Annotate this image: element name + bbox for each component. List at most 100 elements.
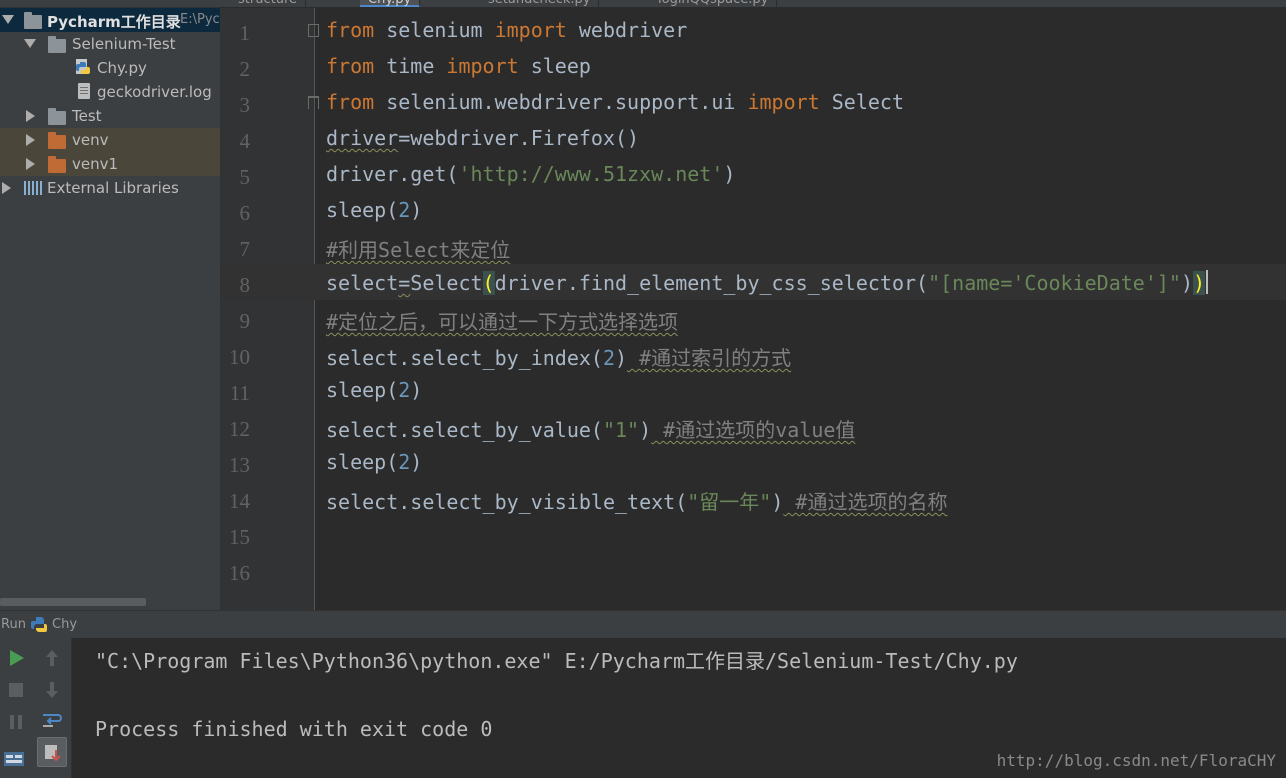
folder-icon xyxy=(48,36,66,53)
code-line[interactable]: 13 sleep(2) xyxy=(220,444,1286,480)
tree-item-external-libraries[interactable]: External Libraries xyxy=(0,176,220,200)
tree-item-test[interactable]: Test xyxy=(0,104,220,128)
chevron-right-icon[interactable] xyxy=(26,134,35,146)
code-line[interactable]: 14 select.select_by_visible_text("留一年") … xyxy=(220,480,1286,516)
code-text: from selenium import webdriver xyxy=(326,18,687,42)
code-token: driver.get( xyxy=(326,162,459,186)
console-line-exit: Process finished with exit code 0 xyxy=(95,717,493,741)
code-token: sleep( xyxy=(326,378,399,402)
line-number: 6 xyxy=(239,201,251,225)
code-line[interactable]: 3 from selenium.webdriver.support.ui imp… xyxy=(220,84,1286,120)
fold-marker-icon[interactable] xyxy=(308,24,319,37)
code-line[interactable]: 7 #利用Select来定位 xyxy=(220,228,1286,264)
number-token: 2 xyxy=(602,346,615,370)
run-toolbar-primary xyxy=(0,638,32,778)
chevron-down-icon[interactable] xyxy=(2,15,14,24)
code-token: ) xyxy=(410,198,423,222)
tree-item-selenium-test[interactable]: Selenium-Test xyxy=(0,32,220,56)
code-token: driver.find_element_by_css_selector( xyxy=(494,271,929,295)
code-text: #定位之后，可以通过一下方式选择选项 xyxy=(326,306,678,335)
tab-setandcheck[interactable]: setandcheck.py xyxy=(480,0,600,7)
comment-token: #通过选项的value值 xyxy=(651,418,856,442)
code-token: = xyxy=(398,271,411,295)
code-text: #利用Select来定位 xyxy=(326,234,510,263)
code-text: from selenium.webdriver.support.ui impor… xyxy=(326,90,904,114)
line-number: 9 xyxy=(239,309,251,333)
comment-token: #定位之后，可以通过一下方式选择选项 xyxy=(326,310,679,334)
tab-chy-py[interactable]: Chy.py xyxy=(360,0,421,7)
code-token: sleep xyxy=(518,54,591,78)
line-number: 16 xyxy=(229,561,250,585)
tab-loginqqspace[interactable]: loginQQspace.py xyxy=(650,0,778,7)
keyword-token: import xyxy=(747,90,820,114)
tree-item-venv1[interactable]: venv1 xyxy=(0,152,220,176)
tree-item-label: Chy.py xyxy=(97,59,147,77)
code-token: selenium xyxy=(374,18,495,42)
line-number: 10 xyxy=(229,345,250,369)
run-tab-label[interactable]: Run xyxy=(1,617,26,632)
run-config-name[interactable]: Chy xyxy=(52,617,77,632)
line-number: 2 xyxy=(239,57,251,81)
tree-item-geckodriver-log[interactable]: geckodriver.log xyxy=(0,80,220,104)
code-editor[interactable]: 1 from selenium import webdriver 2 from … xyxy=(220,8,1286,610)
code-line[interactable]: 10 select.select_by_index(2) #通过索引的方式 xyxy=(220,336,1286,372)
code-token: driver xyxy=(326,126,399,150)
line-number: 11 xyxy=(229,381,250,405)
comment-token: #通过选项的名称 xyxy=(783,490,948,514)
up-arrow-icon[interactable] xyxy=(40,646,64,670)
code-text: driver.get('http://www.51zxw.net') xyxy=(326,162,735,186)
code-token: =webdriver.Firefox() xyxy=(398,126,640,150)
stop-icon[interactable] xyxy=(4,678,28,702)
code-text: select.select_by_index(2) #通过索引的方式 xyxy=(326,342,791,371)
comment-token: #通过索引的方式 xyxy=(627,346,792,370)
tree-item-venv[interactable]: venv xyxy=(0,128,220,152)
library-icon xyxy=(24,181,42,195)
chevron-right-icon[interactable] xyxy=(2,182,11,194)
code-text: select.select_by_value("1") #通过选项的value值 xyxy=(326,414,855,443)
code-line[interactable]: 15 xyxy=(220,516,1286,552)
scroll-to-end-toggle[interactable] xyxy=(37,737,67,767)
keyword-token: import xyxy=(446,54,519,78)
code-line[interactable]: 2 from time import sleep xyxy=(220,48,1286,84)
tree-root-label: Pycharm工作目录 xyxy=(47,13,181,31)
project-tool-window: Pycharm工作目录 E:\Pyc Selenium-Test Chy.py … xyxy=(0,0,220,610)
code-token: selenium.webdriver.support.ui xyxy=(374,90,748,114)
line-number: 7 xyxy=(239,237,251,261)
code-line[interactable]: 12 select.select_by_value("1") #通过选项的val… xyxy=(220,408,1286,444)
code-line[interactable]: 16 xyxy=(220,552,1286,588)
chevron-right-icon[interactable] xyxy=(26,110,35,122)
fold-marker-icon[interactable] xyxy=(308,96,319,109)
code-token: ) xyxy=(1180,271,1193,295)
code-line[interactable]: 4 driver=webdriver.Firefox() xyxy=(220,120,1286,156)
code-token: ) xyxy=(410,450,423,474)
tree-root-path: E:\Pyc xyxy=(180,12,220,27)
layout-icon[interactable] xyxy=(2,746,26,770)
code-line-current[interactable]: 8 select=Select(driver.find_element_by_c… xyxy=(220,264,1286,300)
code-line[interactable]: 6 sleep(2) xyxy=(220,192,1286,228)
keyword-token: from xyxy=(326,18,375,42)
matched-brace: ) xyxy=(1193,271,1206,295)
tree-root-pycharm[interactable]: Pycharm工作目录 E:\Pyc xyxy=(0,8,220,32)
number-token: 2 xyxy=(398,378,411,402)
code-text: select=Select(driver.find_element_by_css… xyxy=(326,270,1209,295)
tree-item-chy-py[interactable]: Chy.py xyxy=(0,56,220,80)
tree-item-label: External Libraries xyxy=(47,179,179,197)
pause-icon[interactable] xyxy=(4,710,28,734)
code-line[interactable]: 11 sleep(2) xyxy=(220,372,1286,408)
chevron-right-icon[interactable] xyxy=(26,158,35,170)
code-line[interactable]: 5 driver.get('http://www.51zxw.net') xyxy=(220,156,1286,192)
tab-structure[interactable]: structure xyxy=(230,0,306,7)
down-arrow-icon[interactable] xyxy=(40,678,64,702)
run-icon[interactable] xyxy=(4,646,28,670)
line-number: 8 xyxy=(239,273,251,297)
tree-item-label: venv xyxy=(72,131,109,149)
project-horizontal-scrollbar[interactable] xyxy=(0,598,146,606)
code-token: ) xyxy=(723,162,736,186)
console-line-command: "C:\Program Files\Python36\python.exe" E… xyxy=(95,649,1018,673)
folder-icon xyxy=(24,12,42,29)
code-line[interactable]: 9 #定位之后，可以通过一下方式选择选项 xyxy=(220,300,1286,336)
soft-wrap-icon[interactable] xyxy=(40,708,64,732)
tree-item-label: Selenium-Test xyxy=(72,35,176,53)
chevron-down-icon[interactable] xyxy=(24,39,36,48)
code-line[interactable]: 1 from selenium import webdriver xyxy=(220,12,1286,48)
